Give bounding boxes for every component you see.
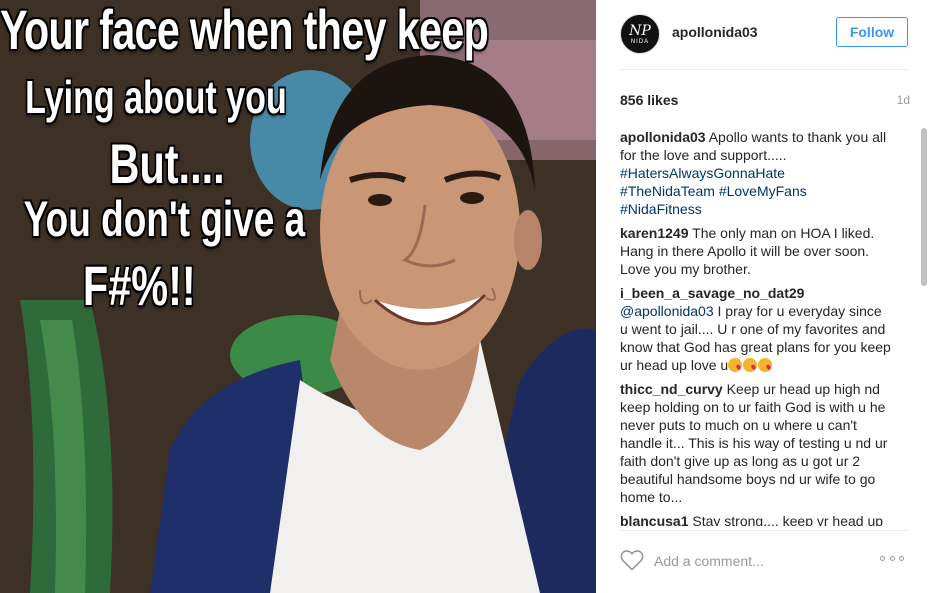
- comment-item: apollonida03 Apollo wants to thank you a…: [620, 128, 892, 218]
- likes-row: 856 likes 1d: [620, 90, 910, 110]
- hashtag-link[interactable]: #NidaFitness: [620, 201, 702, 217]
- hashtag-link[interactable]: #LoveMyFans: [719, 183, 807, 199]
- meme-line: You don't give a: [23, 191, 306, 247]
- hashtag-link[interactable]: #TheNidaTeam: [620, 183, 715, 199]
- dot: [889, 556, 895, 561]
- comment-item: karen1249 The only man on HOA I liked. H…: [620, 224, 892, 278]
- meme-line: F#%!!: [82, 254, 196, 317]
- avatar[interactable]: NP NIDA: [620, 14, 660, 54]
- scrollbar-thumb[interactable]: [921, 128, 927, 286]
- comments-list[interactable]: apollonida03 Apollo wants to thank you a…: [620, 128, 892, 526]
- comment-text: Keep ur head up high nd keep holding on …: [620, 381, 888, 505]
- dot: [899, 556, 904, 561]
- post-header: NP NIDA apollonida03 Follow: [620, 12, 908, 70]
- meme-line: But....: [109, 132, 225, 195]
- comment-item: thicc_nd_curvy Keep ur head up high nd k…: [620, 380, 892, 506]
- heart-icon[interactable]: [620, 549, 644, 571]
- comment-item: blancusa1 Stay strong.... keep yr head u…: [620, 512, 892, 526]
- kiss-emoji-icon: [758, 358, 773, 372]
- more-options-icon[interactable]: [880, 556, 904, 564]
- comment-username[interactable]: thicc_nd_curvy: [620, 381, 723, 397]
- follow-button[interactable]: Follow: [836, 17, 908, 47]
- comment-username[interactable]: apollonida03: [620, 129, 706, 145]
- comment-text: Stay strong.... keep yr head up: [692, 513, 884, 526]
- meme-line: Lying about you: [25, 71, 287, 123]
- mention-link[interactable]: @apollonida03: [620, 303, 714, 319]
- dot: [880, 556, 885, 561]
- post-age[interactable]: 1d: [897, 93, 910, 107]
- comment-bar: [620, 530, 908, 590]
- comments-scrollbar[interactable]: [921, 126, 927, 526]
- comment-username[interactable]: karen1249: [620, 225, 689, 241]
- meme-line: Your face when they keep: [0, 0, 489, 61]
- comment-input[interactable]: [654, 549, 864, 573]
- kiss-emoji-icon: [743, 358, 758, 372]
- comment-item: i_been_a_savage_no_dat29 @apollonida03 I…: [620, 284, 892, 374]
- avatar-logo-text: NP: [629, 22, 651, 39]
- avatar-logo-subtext: NIDA: [630, 38, 650, 45]
- post-image: Your face when they keep Lying about you…: [0, 0, 596, 593]
- comment-username[interactable]: blancusa1: [620, 513, 688, 526]
- username-link[interactable]: apollonida03: [672, 24, 758, 40]
- comment-username[interactable]: i_been_a_savage_no_dat29: [620, 285, 804, 301]
- hashtag-link[interactable]: #HatersAlwaysGonnaHate: [620, 165, 785, 181]
- post-side-panel: NP NIDA apollonida03 Follow 856 likes 1d…: [596, 0, 930, 593]
- kiss-emoji-icon: [728, 358, 743, 372]
- likes-count[interactable]: 856 likes: [620, 92, 678, 108]
